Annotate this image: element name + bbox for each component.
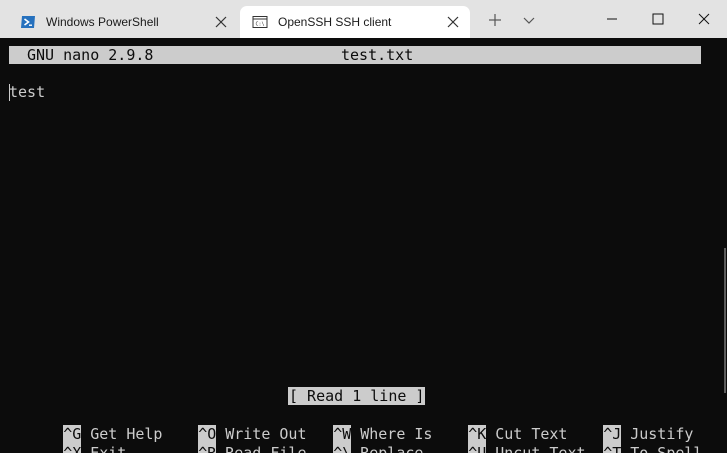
nano-title-bar: GNU nano 2.9.8 test.txt: [9, 46, 701, 64]
shortcut-key: ^T: [603, 444, 621, 453]
maximize-icon: [652, 13, 664, 25]
text-cursor: [9, 84, 10, 101]
shortcut-exit[interactable]: ^X Exit: [9, 425, 126, 453]
minimize-icon: [607, 18, 617, 20]
shortcut-key: ^X: [63, 444, 81, 453]
nano-version: GNU nano 2.9.8: [27, 46, 154, 64]
nano-status-message: [ Read 1 line ]: [288, 387, 426, 405]
shortcut-key: ^R: [198, 444, 216, 453]
maximize-button[interactable]: [635, 0, 681, 38]
nano-edit-area[interactable]: test: [9, 83, 709, 373]
shortcut-key: ^U: [468, 444, 486, 453]
tab-label: Windows PowerShell: [46, 15, 159, 29]
shortcut-label: To Spell: [630, 444, 703, 453]
shortcut-label: Exit: [90, 444, 127, 453]
svg-text:C:\: C:\: [256, 22, 265, 28]
edit-line: test: [9, 83, 46, 101]
powershell-icon: [21, 16, 35, 28]
tab-windows-powershell[interactable]: Windows PowerShell: [8, 6, 238, 38]
nano-filename: test.txt: [341, 46, 414, 64]
terminal-window: Windows PowerShell C:\ OpenSSH SSH clien…: [0, 0, 727, 453]
shortcut-to-spell[interactable]: ^T To Spell: [549, 425, 702, 453]
shortcut-where-is[interactable]: ^W Where Is: [279, 406, 432, 444]
shortcut-cut-text[interactable]: ^K Cut Text: [414, 406, 567, 444]
minimize-button[interactable]: [589, 0, 635, 38]
close-window-button[interactable]: [681, 0, 727, 38]
terminal-window-icon: C:\: [252, 16, 268, 28]
tab-openssh-ssh-client[interactable]: C:\ OpenSSH SSH client: [240, 6, 470, 38]
tab-bar: Windows PowerShell C:\ OpenSSH SSH clien…: [0, 0, 727, 38]
vertical-scrollbar[interactable]: [724, 248, 726, 393]
shortcut-key: ^\: [333, 444, 351, 453]
shortcut-replace[interactable]: ^\ Replace: [279, 425, 423, 453]
plus-icon[interactable]: [481, 6, 509, 34]
close-tab-icon[interactable]: [214, 15, 228, 29]
tab-label: OpenSSH SSH client: [278, 15, 392, 29]
shortcut-justify[interactable]: ^J Justify: [549, 406, 693, 444]
close-tab-icon[interactable]: [446, 15, 460, 29]
close-icon: [698, 13, 710, 25]
chevron-down-icon[interactable]: [515, 6, 543, 34]
terminal-pane[interactable]: GNU nano 2.9.8 test.txt test [ Read 1 li…: [0, 38, 727, 453]
shortcut-get-help[interactable]: ^G Get Help: [9, 406, 162, 444]
